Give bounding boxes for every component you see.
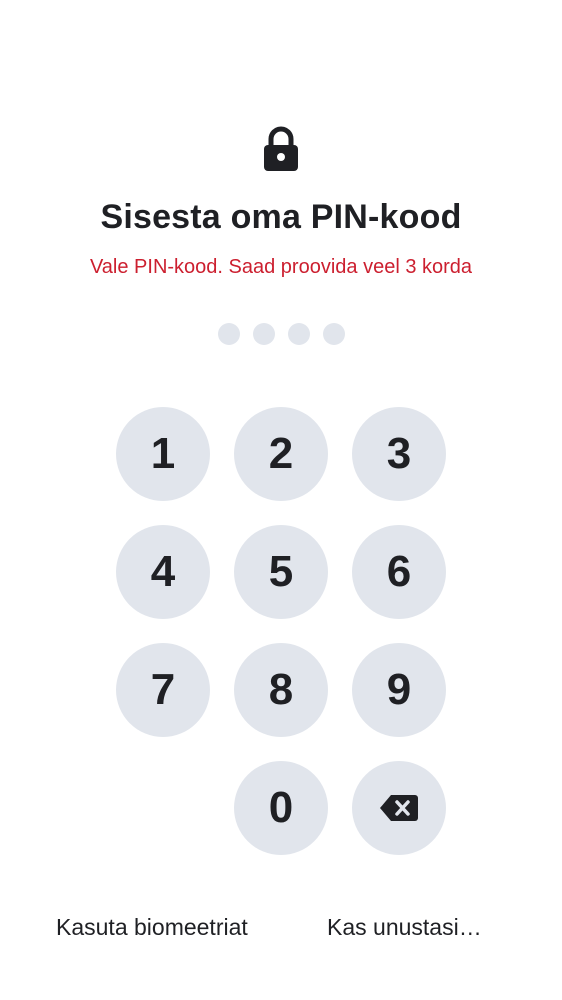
lock-icon xyxy=(264,126,298,171)
key-4[interactable]: 4 xyxy=(116,525,210,619)
pin-dots xyxy=(218,323,345,345)
key-3[interactable]: 3 xyxy=(352,407,446,501)
key-0[interactable]: 0 xyxy=(234,761,328,855)
pin-dot xyxy=(323,323,345,345)
pin-dot xyxy=(218,323,240,345)
key-6[interactable]: 6 xyxy=(352,525,446,619)
key-8[interactable]: 8 xyxy=(234,643,328,737)
page-title: Sisesta oma PIN-kood xyxy=(100,198,462,236)
backspace-icon xyxy=(380,795,418,821)
pin-dot xyxy=(253,323,275,345)
key-5[interactable]: 5 xyxy=(234,525,328,619)
key-9[interactable]: 9 xyxy=(352,643,446,737)
pin-dot xyxy=(288,323,310,345)
key-2[interactable]: 2 xyxy=(234,407,328,501)
key-1[interactable]: 1 xyxy=(116,407,210,501)
key-7[interactable]: 7 xyxy=(116,643,210,737)
forgot-pin-button[interactable]: Kas unustasi… xyxy=(327,914,482,941)
use-biometrics-button[interactable]: Kasuta biomeetriat xyxy=(56,914,248,941)
error-message: Vale PIN-kood. Saad proovida veel 3 kord… xyxy=(89,256,473,278)
backspace-button[interactable] xyxy=(352,761,446,855)
